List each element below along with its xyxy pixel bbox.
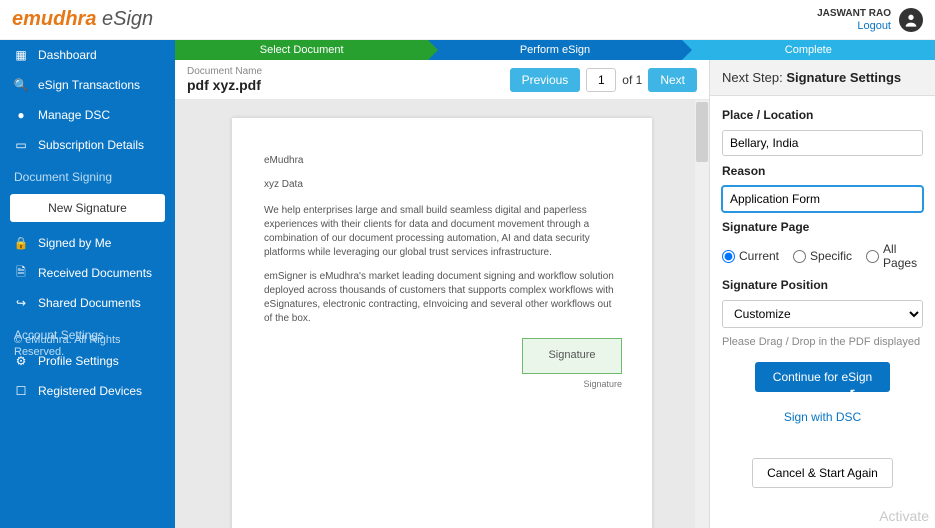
pdf-paragraph-2: emSigner is eMudhra's market leading doc…: [264, 270, 620, 326]
reason-label: Reason: [722, 164, 923, 178]
logout-link[interactable]: Logout: [857, 20, 891, 32]
avatar[interactable]: [899, 8, 923, 32]
radio-all-pages-label[interactable]: All Pages: [866, 242, 923, 270]
settings-heading-prefix: Next Step:: [722, 70, 786, 85]
sign-with-dsc-link[interactable]: Sign with DSC: [722, 410, 923, 424]
button-label: Continue for eSign: [773, 370, 872, 384]
document-name: pdf xyz.pdf: [187, 77, 262, 93]
share-icon: ↪: [14, 296, 28, 310]
app-header: emudhra eSign JASWANT RAO Logout: [0, 0, 935, 40]
signature-position-label: Signature Position: [722, 278, 923, 292]
signature-position-select[interactable]: Customize: [722, 300, 923, 328]
document-header: Document Name pdf xyz.pdf Previous of 1 …: [175, 60, 709, 100]
radio-label: Current: [739, 249, 779, 263]
scrollbar-thumb[interactable]: [696, 102, 708, 162]
main-area: Select Document Perform eSign Complete D…: [175, 40, 935, 528]
sidebar-item-label: Shared Documents: [38, 296, 141, 310]
radio-specific-label[interactable]: Specific: [793, 249, 852, 263]
card-icon: ▭: [14, 138, 28, 152]
pdf-page: eMudhra xyz Data We help enterprises lar…: [232, 118, 652, 528]
drag-drop-hint: Please Drag / Drop in the PDF displayed: [722, 336, 923, 348]
place-location-input[interactable]: [722, 130, 923, 156]
radio-current-label[interactable]: Current: [722, 249, 779, 263]
continue-for-esign-button[interactable]: Continue for eSign ↖: [755, 362, 890, 392]
user-name: JASWANT RAO: [817, 8, 891, 19]
logo: emudhra eSign: [12, 8, 153, 31]
document-name-label: Document Name: [187, 66, 262, 77]
next-page-button[interactable]: Next: [648, 68, 697, 92]
sidebar-item-label: Manage DSC: [38, 108, 110, 122]
sidebar-item-shared-documents[interactable]: ↪ Shared Documents: [0, 288, 175, 318]
settings-body: Place / Location Reason Signature Page C…: [710, 96, 935, 500]
pdf-content-subtitle: xyz Data: [264, 178, 620, 192]
sidebar-item-esign-transactions[interactable]: 🔍 eSign Transactions: [0, 70, 175, 100]
page-total-label: of 1: [622, 73, 642, 87]
radio-current[interactable]: [722, 250, 735, 263]
pdf-paragraph-1: We help enterprises large and small buil…: [264, 204, 620, 260]
signature-caption: Signature: [583, 378, 622, 391]
device-icon: ☐: [14, 384, 28, 398]
sidebar-item-label: Dashboard: [38, 48, 97, 62]
new-signature-button[interactable]: New Signature: [10, 194, 165, 222]
document-panel: Document Name pdf xyz.pdf Previous of 1 …: [175, 60, 710, 528]
sidebar-heading-document-signing: Document Signing: [0, 160, 175, 188]
signature-settings-panel: Next Step: Signature Settings Place / Lo…: [710, 60, 935, 528]
sidebar-item-dashboard[interactable]: ▦ Dashboard: [0, 40, 175, 70]
windows-activate-watermark: Activate: [879, 508, 929, 524]
signature-page-label: Signature Page: [722, 220, 923, 234]
page-number-input[interactable]: [586, 68, 616, 92]
step-label: Perform eSign: [520, 44, 590, 56]
search-icon: 🔍: [14, 78, 28, 92]
radio-label: All Pages: [883, 242, 923, 270]
header-user-area: JASWANT RAO Logout: [817, 8, 923, 32]
doc-icon: 🗎: [14, 266, 28, 280]
content-row: Document Name pdf xyz.pdf Previous of 1 …: [175, 60, 935, 528]
sidebar-item-label: Subscription Details: [38, 138, 144, 152]
page-navigation: Previous of 1 Next: [510, 68, 697, 92]
signature-placeholder-box[interactable]: Signature: [522, 338, 622, 374]
grid-icon: ▦: [14, 48, 28, 62]
radio-all-pages[interactable]: [866, 250, 879, 263]
lock-icon: 🔒: [14, 236, 28, 250]
logo-text-2: eSign: [96, 8, 153, 30]
radio-label: Specific: [810, 249, 852, 263]
step-bar: Select Document Perform eSign Complete: [175, 40, 935, 60]
settings-header: Next Step: Signature Settings: [710, 60, 935, 96]
sidebar-item-signed-by-me[interactable]: 🔒 Signed by Me: [0, 228, 175, 258]
previous-page-button[interactable]: Previous: [510, 68, 581, 92]
step-select-document[interactable]: Select Document: [175, 40, 428, 60]
reason-input[interactable]: [722, 186, 923, 212]
sidebar-item-label: eSign Transactions: [38, 78, 140, 92]
place-location-label: Place / Location: [722, 108, 923, 122]
step-complete[interactable]: Complete: [682, 40, 935, 60]
signature-page-radio-group: Current Specific All Pages: [722, 242, 923, 270]
sidebar-item-label: Registered Devices: [38, 384, 142, 398]
settings-heading: Signature Settings: [786, 70, 901, 85]
radio-specific[interactable]: [793, 250, 806, 263]
logo-text-1: emudhra: [12, 8, 96, 30]
cursor-icon: ↖: [848, 385, 860, 402]
sidebar-item-manage-dsc[interactable]: ● Manage DSC: [0, 100, 175, 130]
cancel-start-again-button[interactable]: Cancel & Start Again: [752, 458, 893, 488]
document-scroll-area[interactable]: eMudhra xyz Data We help enterprises lar…: [175, 100, 709, 528]
sidebar-item-registered-devices[interactable]: ☐ Registered Devices: [0, 376, 175, 406]
pdf-content-title: eMudhra: [264, 154, 620, 168]
sidebar-item-label: Signed by Me: [38, 236, 111, 250]
user-icon: [903, 12, 919, 28]
sidebar-item-received-documents[interactable]: 🗎 Received Documents: [0, 258, 175, 288]
sidebar-footer: © eMudhra. All Rights Reserved.: [0, 324, 175, 368]
circle-icon: ●: [14, 108, 28, 122]
step-label: Select Document: [260, 44, 344, 56]
scrollbar[interactable]: [695, 100, 709, 528]
sidebar-item-label: Received Documents: [38, 266, 152, 280]
sidebar-item-subscription[interactable]: ▭ Subscription Details: [0, 130, 175, 160]
step-label: Complete: [785, 44, 832, 56]
step-perform-esign[interactable]: Perform eSign: [428, 40, 681, 60]
sidebar: ▦ Dashboard 🔍 eSign Transactions ● Manag…: [0, 40, 175, 528]
